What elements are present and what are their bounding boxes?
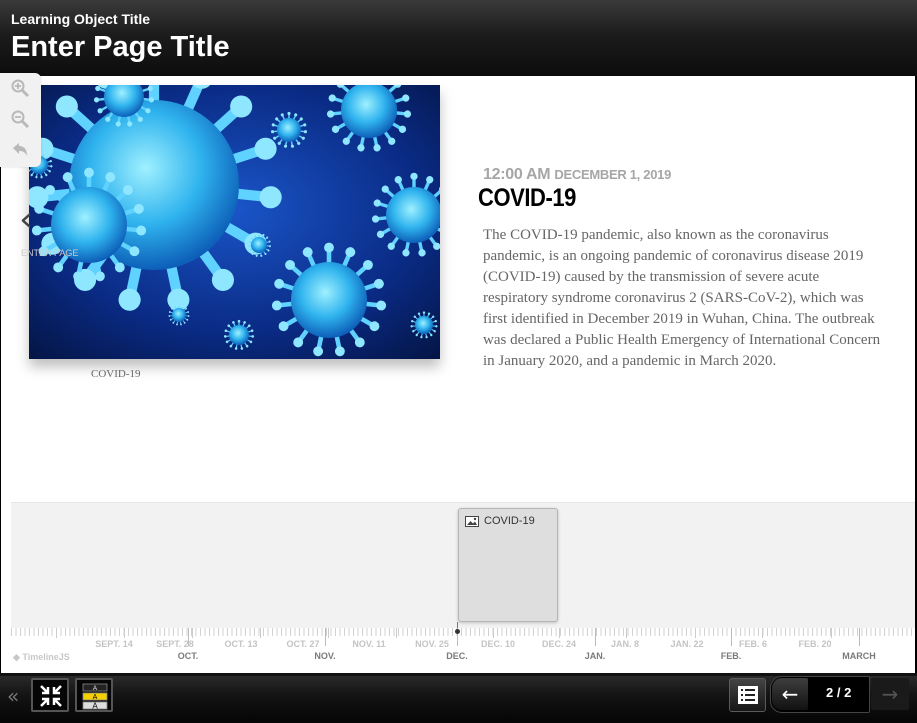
page-counter: 2 / 2 xyxy=(826,685,852,700)
minor-tick xyxy=(192,628,193,638)
event-time: 12:00 AM xyxy=(483,166,551,183)
timelinejs-logo: ◆ TimelineJS xyxy=(13,652,70,662)
timeline-marker[interactable]: COVID-19 xyxy=(458,508,558,622)
major-tick xyxy=(595,628,596,646)
minor-tick xyxy=(695,628,696,638)
axis-minor-label: NOV. 25 xyxy=(415,639,449,649)
minor-tick xyxy=(493,628,494,638)
event-description: The COVID-19 pandemic, also known as the… xyxy=(483,227,881,369)
minor-tick xyxy=(56,628,57,638)
axis-minor-label: DEC. 24 xyxy=(541,639,577,649)
previous-slide-label: ENTER PAGE xyxy=(21,248,79,258)
svg-text:A: A xyxy=(93,686,97,692)
minor-tick xyxy=(831,628,832,638)
time-axis: SEPT. 14 SEPT. 28 OCT. 13 OCT. 27 NOV. 1… xyxy=(11,628,915,673)
axis-major-label: OCT. xyxy=(177,651,199,661)
timelinejs-brand: TimelineJS xyxy=(22,652,70,662)
axis-major-label: NOV. xyxy=(314,651,336,661)
text-size-button[interactable]: A A A xyxy=(75,678,113,712)
event-day: DECEMBER 1, 2019 xyxy=(554,167,672,182)
timeline-marker-label: COVID-19 xyxy=(484,515,535,527)
page-title: Enter Page Title xyxy=(11,31,230,63)
minor-tick xyxy=(124,628,125,638)
axis-major-label: FEB. xyxy=(720,651,742,661)
major-tick xyxy=(325,628,326,646)
axis-minor-label: OCT. 27 xyxy=(286,639,320,649)
axis-minor-label: JAN. 22 xyxy=(670,639,704,649)
header-bar: Learning Object Title Enter Page Title xyxy=(0,0,917,76)
axis-minor-label: OCT. 13 xyxy=(224,639,258,649)
minor-tick xyxy=(762,628,763,638)
next-page-button[interactable]: → xyxy=(871,678,909,710)
event-date: 12:00 AM DECEMBER 1, 2019 xyxy=(483,166,671,184)
svg-text:A: A xyxy=(92,702,98,711)
minor-tick xyxy=(328,628,329,638)
minor-tick xyxy=(559,628,560,638)
axis-minor-label: SEPT. 14 xyxy=(95,639,133,649)
covid-virus-image xyxy=(29,85,440,359)
minor-tick xyxy=(260,628,261,638)
event-headline: COVID-19 xyxy=(478,184,576,212)
axis-minor-label: FEB. 6 xyxy=(738,639,768,649)
axis-major-label: JAN. xyxy=(584,651,606,661)
previous-slide-arrow[interactable]: ‹ xyxy=(19,200,49,240)
axis-minor-label: NOV. 11 xyxy=(352,639,386,649)
axis-major-label: MARCH xyxy=(842,651,876,661)
media-caption: COVID-19 xyxy=(91,368,141,380)
axis-minor-label: DEC. 10 xyxy=(480,639,516,649)
axis-minor-label: SEPT. 28 xyxy=(156,639,194,649)
text-size-icon: A A A xyxy=(82,683,108,711)
collapse-toolbar-icon[interactable]: « xyxy=(7,684,19,708)
zoom-in-icon[interactable] xyxy=(10,78,30,98)
minor-tick xyxy=(396,628,397,638)
list-icon xyxy=(738,686,758,704)
zoom-toolbar xyxy=(0,73,41,167)
compress-icon xyxy=(40,685,62,707)
axis-minor-label: JAN. 8 xyxy=(610,639,640,649)
learning-object-title: Learning Object Title xyxy=(11,11,150,27)
table-of-contents-button[interactable] xyxy=(729,678,766,712)
axis-major-label: DEC. xyxy=(446,651,468,661)
exit-fullscreen-button[interactable] xyxy=(31,678,69,712)
minor-tick xyxy=(626,628,627,638)
previous-page-button[interactable]: ← xyxy=(772,678,808,710)
axis-minor-label: FEB. 20 xyxy=(798,639,832,649)
back-icon[interactable] xyxy=(10,140,30,160)
zoom-out-icon[interactable] xyxy=(10,109,30,129)
major-tick xyxy=(731,628,732,646)
svg-text:A: A xyxy=(93,694,98,701)
axis-tick-strip xyxy=(11,628,915,636)
image-icon xyxy=(465,516,479,527)
current-date-dot xyxy=(455,629,460,634)
major-tick xyxy=(859,628,860,646)
